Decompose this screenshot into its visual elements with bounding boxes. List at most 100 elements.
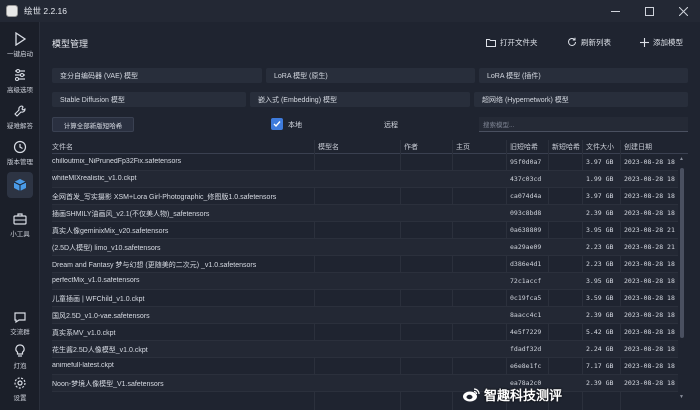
scroll-down-icon[interactable]: ▼ bbox=[679, 394, 684, 400]
cell-file: (2.5D人模型) limo_v10.safetensors bbox=[52, 245, 161, 252]
sidebar-item-settings[interactable]: 设置 bbox=[0, 376, 40, 402]
cell-date: 2023-08-28 18 bbox=[624, 311, 675, 319]
cell-date: 2023-08-28 18 bbox=[624, 294, 675, 302]
column-header-new-hash[interactable]: 新短哈希 bbox=[552, 142, 580, 152]
table-row[interactable]: whiteMIXrealistic_v1.0.ckpt 437c03cd 1.99 … bbox=[52, 171, 678, 188]
type-stable-diffusion[interactable]: Stable Diffusion 模型 bbox=[52, 92, 246, 107]
cell-file: 儿童插画 | WFChild_v1.0.ckpt bbox=[52, 296, 145, 303]
cell-date: 2023-08-28 18 bbox=[624, 277, 675, 285]
cell-date: 2023-08-28 18 bbox=[624, 192, 675, 200]
search-input[interactable]: 搜索模型... bbox=[479, 117, 688, 132]
minimize-button[interactable] bbox=[598, 0, 632, 22]
sidebar-item-tools[interactable]: 小工具 bbox=[0, 212, 40, 238]
cell-size: 2.23 GB bbox=[586, 243, 614, 251]
table-row[interactable]: 全网首发_写实摄影 XSM+Lora Girl-Photographic_修图版… bbox=[52, 188, 678, 205]
type-hypernetwork[interactable]: 超网络 (Hypernetwork) 模型 bbox=[474, 92, 688, 107]
cell-date: 2023-08-28 21 bbox=[624, 226, 675, 234]
column-header-model[interactable]: 模型名 bbox=[318, 142, 339, 152]
column-header-size[interactable]: 文件大小 bbox=[586, 142, 614, 152]
table-row[interactable]: 插画SHMILY油画风_v2.1(不仅美人物)_safetensors 093c8… bbox=[52, 205, 678, 222]
cell-size: 2.39 GB bbox=[586, 311, 614, 319]
cell-old-hash: e6e8e1fc bbox=[510, 362, 542, 370]
cell-date: 2023-08-28 18 bbox=[624, 328, 675, 336]
column-header-homepage[interactable]: 主页 bbox=[456, 142, 470, 152]
cell-size: 3.97 GB bbox=[586, 192, 614, 200]
folder-icon bbox=[486, 38, 496, 47]
scroll-thumb[interactable] bbox=[680, 168, 684, 338]
cell-file: 全网首发_写实摄影 XSM+Lora Girl-Photographic_修图版… bbox=[52, 194, 277, 201]
remote-label[interactable]: 远程 bbox=[384, 120, 398, 130]
table-row[interactable]: 真实人像geminixMix_v20.safetensors 0a638809 3.… bbox=[52, 222, 678, 239]
sidebar-item-models[interactable] bbox=[0, 172, 40, 198]
sidebar-item-launch[interactable]: 一键启动 bbox=[0, 32, 40, 58]
cell-date: 2023-08-28 18 bbox=[624, 158, 675, 166]
open-folder-button[interactable]: 打开文件夹 bbox=[486, 35, 538, 49]
column-header-author[interactable]: 作者 bbox=[404, 142, 418, 152]
cell-old-hash: fdadf32d bbox=[510, 345, 542, 353]
close-button[interactable] bbox=[666, 0, 700, 22]
cell-old-hash: 4e5f7229 bbox=[510, 328, 542, 336]
type-embedding[interactable]: 嵌入式 (Embedding) 模型 bbox=[250, 92, 470, 107]
table-row[interactable]: perfectMix_v1.0.safetensors 72c1accf 3.95 … bbox=[52, 273, 678, 290]
toolbox-icon bbox=[13, 213, 27, 225]
sidebar-item-community[interactable]: 交流群 bbox=[0, 310, 40, 336]
table-scrollbar[interactable]: ▲ ▼ bbox=[679, 154, 686, 404]
add-model-label: 添加模型 bbox=[653, 37, 683, 47]
wrench-icon bbox=[14, 105, 26, 117]
sidebar-item-versions[interactable]: 版本管理 bbox=[0, 140, 40, 166]
table-row[interactable]: 国风2.5D_v1.0-vae.safetensors 8aacc4c1 2.39 … bbox=[52, 307, 678, 324]
cell-date: 2023-08-28 18 bbox=[624, 379, 675, 387]
table-row[interactable]: 花生酱2.5D人像模型_v1.0.ckpt fdadf32d 2.24 GB 2023… bbox=[52, 341, 678, 358]
table-row[interactable]: Dream and Fantasy 梦与幻想 (更随美的二次元) _v1.0.s… bbox=[52, 256, 678, 273]
chat-icon bbox=[14, 312, 26, 324]
table-row[interactable]: 真实系MV_v1.0.ckpt 4e5f7229 5.42 GB 2023-08-28… bbox=[52, 324, 678, 341]
add-model-button[interactable]: 添加模型 bbox=[640, 35, 683, 49]
type-vae[interactable]: 变分自编码器 (VAE) 模型 bbox=[52, 68, 262, 83]
sidebar-item-label: 灯泡 bbox=[13, 363, 27, 370]
cell-file: Dream and Fantasy 梦与幻想 (更随美的二次元) _v1.0.s… bbox=[52, 262, 257, 269]
sidebar-item-label: 疑难解答 bbox=[7, 123, 33, 130]
table-row[interactable]: chilloutmix_NiPrunedFp32Fix.safetensors 9… bbox=[52, 154, 678, 171]
cell-date: 2023-08-28 21 bbox=[624, 243, 675, 251]
column-header-old-hash[interactable]: 旧短哈希 bbox=[510, 142, 538, 152]
sidebar-item-troubleshoot[interactable]: 疑难解答 bbox=[0, 104, 40, 130]
cell-size: 3.97 GB bbox=[586, 158, 614, 166]
page-title: 模型管理 bbox=[52, 39, 89, 49]
type-lora-native[interactable]: LoRA 模型 (原生) bbox=[266, 68, 475, 83]
column-header-date[interactable]: 创建日期 bbox=[624, 142, 652, 152]
cell-old-hash: 0a638809 bbox=[510, 226, 542, 234]
sidebar-item-label: 一键启动 bbox=[7, 51, 33, 58]
maximize-button[interactable] bbox=[632, 0, 666, 22]
scroll-up-icon[interactable]: ▲ bbox=[679, 156, 684, 162]
type-lora-plugin[interactable]: LoRA 模型 (插件) bbox=[479, 68, 688, 83]
cell-date: 2023-08-28 18 bbox=[624, 209, 675, 217]
local-checkbox[interactable] bbox=[271, 118, 283, 130]
table-row[interactable]: (2.5D人模型) limo_v10.safetensors ea29ae09 2.… bbox=[52, 239, 678, 256]
open-folder-label: 打开文件夹 bbox=[500, 37, 538, 47]
cell-old-hash: d386e4d1 bbox=[510, 260, 542, 268]
table-header: 文件名 模型名 作者 主页 旧短哈希 新短哈希 文件大小 创建日期 bbox=[52, 140, 688, 154]
cell-file: 真实人像geminixMix_v20.safetensors bbox=[52, 228, 169, 235]
cell-file: Noon-梦境人像模型_V1.safetensors bbox=[52, 381, 164, 388]
title-bar: 绘世 2.2.16 bbox=[0, 0, 700, 22]
cell-size: 1.99 GB bbox=[586, 175, 614, 183]
cell-date: 2023-08-28 18 bbox=[624, 175, 675, 183]
cell-date: 2023-08-28 18 bbox=[624, 362, 675, 370]
table-row[interactable]: Noon-梦境人像模型_V1.safetensors ea78a2c0 2.39 G… bbox=[52, 375, 678, 392]
cell-size: 3.95 GB bbox=[586, 277, 614, 285]
table-row[interactable]: 儿童插画 | WFChild_v1.0.ckpt 0c19fca5 3.59 GB 2… bbox=[52, 290, 678, 307]
cell-old-hash: 95f0d0a7 bbox=[510, 158, 542, 166]
calc-hash-button[interactable]: 计算全部新版短哈希 bbox=[52, 117, 134, 132]
cell-size: 7.17 GB bbox=[586, 362, 614, 370]
cell-size: 2.39 GB bbox=[586, 379, 614, 387]
table-row[interactable]: animefull-latest.ckpt e6e8e1fc 7.17 GB 2023… bbox=[52, 358, 678, 375]
plus-icon bbox=[640, 37, 649, 47]
cell-old-hash: ea29ae09 bbox=[510, 243, 542, 251]
cell-old-hash: 093c8bd8 bbox=[510, 209, 542, 217]
sidebar-item-tips[interactable]: 灯泡 bbox=[0, 344, 40, 370]
column-header-file[interactable]: 文件名 bbox=[52, 142, 73, 152]
refresh-button[interactable]: 刷新列表 bbox=[567, 35, 611, 49]
filter-row: 计算全部新版短哈希 本地 远程 搜索模型... bbox=[52, 117, 688, 133]
sidebar-item-advanced[interactable]: 高级选项 bbox=[0, 68, 40, 94]
cell-file: 花生酱2.5D人像模型_v1.0.ckpt bbox=[52, 347, 148, 354]
